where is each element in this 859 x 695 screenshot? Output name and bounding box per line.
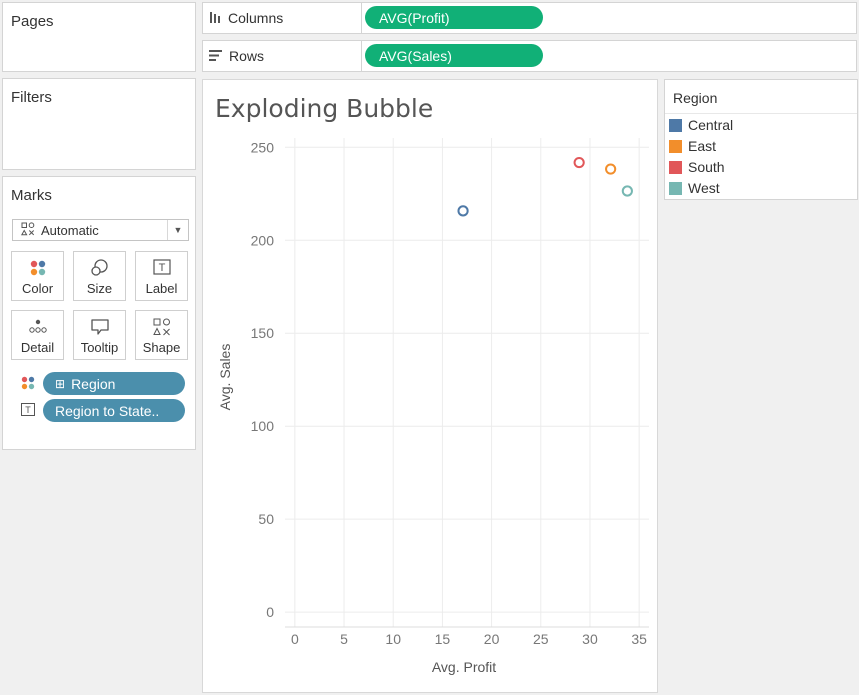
chevron-down-icon[interactable]: ▼ (167, 220, 188, 240)
rows-icon (209, 48, 222, 64)
legend-label: East (688, 138, 717, 154)
region-to-state-label-pill[interactable]: Region to State.. (43, 399, 185, 422)
y-tick-label: 200 (251, 232, 275, 248)
tooltip-button-label: Tooltip (80, 340, 119, 355)
legend-item-south[interactable]: South (669, 157, 725, 177)
avg-profit-pill[interactable]: AVG(Profit) (365, 6, 543, 29)
data-point-east[interactable] (605, 163, 617, 175)
x-tick-label: 0 (291, 631, 299, 647)
columns-label: Columns (228, 10, 284, 26)
svg-text:T: T (25, 405, 31, 415)
size-button-label: Size (86, 281, 113, 296)
point-layer[interactable] (457, 156, 633, 217)
pages-shelf[interactable]: Pages (2, 2, 196, 72)
x-tick-label: 35 (631, 631, 647, 647)
mark-type-dropdown[interactable]: Automatic ▼ (12, 219, 189, 241)
legend-label: South (688, 159, 725, 175)
pages-title: Pages (11, 13, 54, 30)
x-tick-label: 15 (435, 631, 451, 647)
label-button-label: Label (145, 281, 178, 296)
svg-text:T: T (158, 262, 165, 274)
x-tick-label: 10 (385, 631, 401, 647)
rows-label: Rows (229, 48, 265, 64)
y-tick-label: 0 (266, 604, 274, 620)
label-text-icon: T (152, 259, 171, 278)
legend-title: Region (673, 90, 718, 106)
expand-plus-icon[interactable]: ⊞ (55, 377, 65, 391)
region-pill-label: Region (71, 375, 116, 392)
region-color-pill[interactable]: ⊞ Region (43, 372, 185, 395)
data-point-central[interactable] (457, 205, 469, 217)
shelf-divider (361, 41, 362, 71)
data-point-south[interactable] (573, 156, 585, 169)
y-tick-label: 150 (251, 325, 275, 341)
x-tick-label: 20 (484, 631, 500, 647)
color-dots-icon (21, 376, 35, 395)
color-button-label: Color (21, 281, 54, 296)
filters-shelf[interactable]: Filters (2, 78, 196, 170)
marks-card: Marks Automatic ▼ Color Size T Label Det… (2, 176, 196, 450)
legend-swatch (669, 160, 682, 174)
legend-label: West (688, 180, 720, 196)
mark-type-value: Automatic (41, 222, 99, 238)
size-circles-icon (90, 259, 110, 280)
legend-swatch (669, 181, 682, 195)
legend-item-west[interactable]: West (669, 178, 720, 198)
x-axis-label: Avg. Profit (432, 659, 496, 675)
legend-item-central[interactable]: Central (669, 115, 733, 135)
tick-layer: 0 50 100 150 200 250 0 5 10 15 20 25 30 35 (251, 139, 648, 647)
y-axis-label: Avg. Sales (217, 344, 233, 411)
columns-shelf[interactable]: Columns AVG(Profit) (202, 2, 857, 34)
y-tick-label: 250 (251, 139, 275, 155)
size-button[interactable]: Size (73, 251, 126, 301)
shelf-divider (361, 3, 362, 33)
detail-button[interactable]: Detail (11, 310, 64, 360)
scatter-chart[interactable]: 0 50 100 150 200 250 0 5 10 15 20 25 30 35 Avg. Profi… (203, 80, 657, 692)
shape-icon (152, 318, 171, 339)
color-legend: Region Central East South West (664, 79, 858, 200)
x-tick-label: 5 (340, 631, 348, 647)
marks-title: Marks (11, 187, 52, 204)
filters-title: Filters (11, 89, 52, 106)
legend-label: Central (688, 117, 734, 133)
color-button[interactable]: Color (11, 251, 64, 301)
x-tick-label: 30 (582, 631, 598, 647)
detail-button-label: Detail (20, 340, 55, 355)
legend-swatch (669, 118, 682, 132)
label-text-icon: T (21, 403, 35, 421)
color-dots-icon (29, 259, 47, 280)
automatic-mark-icon (20, 221, 35, 239)
x-tick-label: 25 (533, 631, 549, 647)
tooltip-button[interactable]: Tooltip (73, 310, 126, 360)
legend-swatch (669, 139, 682, 153)
detail-dots-icon (28, 318, 48, 337)
y-tick-label: 100 (251, 418, 275, 434)
data-point-west[interactable] (621, 185, 633, 197)
rows-shelf[interactable]: Rows AVG(Sales) (202, 40, 857, 72)
shape-button[interactable]: Shape (135, 310, 188, 360)
legend-title-underline (665, 113, 857, 114)
tooltip-bubble-icon (90, 318, 110, 339)
region-to-state-pill-label: Region to State.. (55, 402, 160, 419)
columns-icon (209, 10, 221, 26)
y-tick-label: 50 (258, 511, 274, 527)
chart-panel: Exploding Bubble 0 50 100 150 200 250 0 5 10 15 20… (202, 79, 658, 693)
avg-sales-pill[interactable]: AVG(Sales) (365, 44, 543, 67)
legend-item-east[interactable]: East (669, 136, 716, 156)
shape-button-label: Shape (142, 340, 181, 355)
label-button[interactable]: T Label (135, 251, 188, 301)
